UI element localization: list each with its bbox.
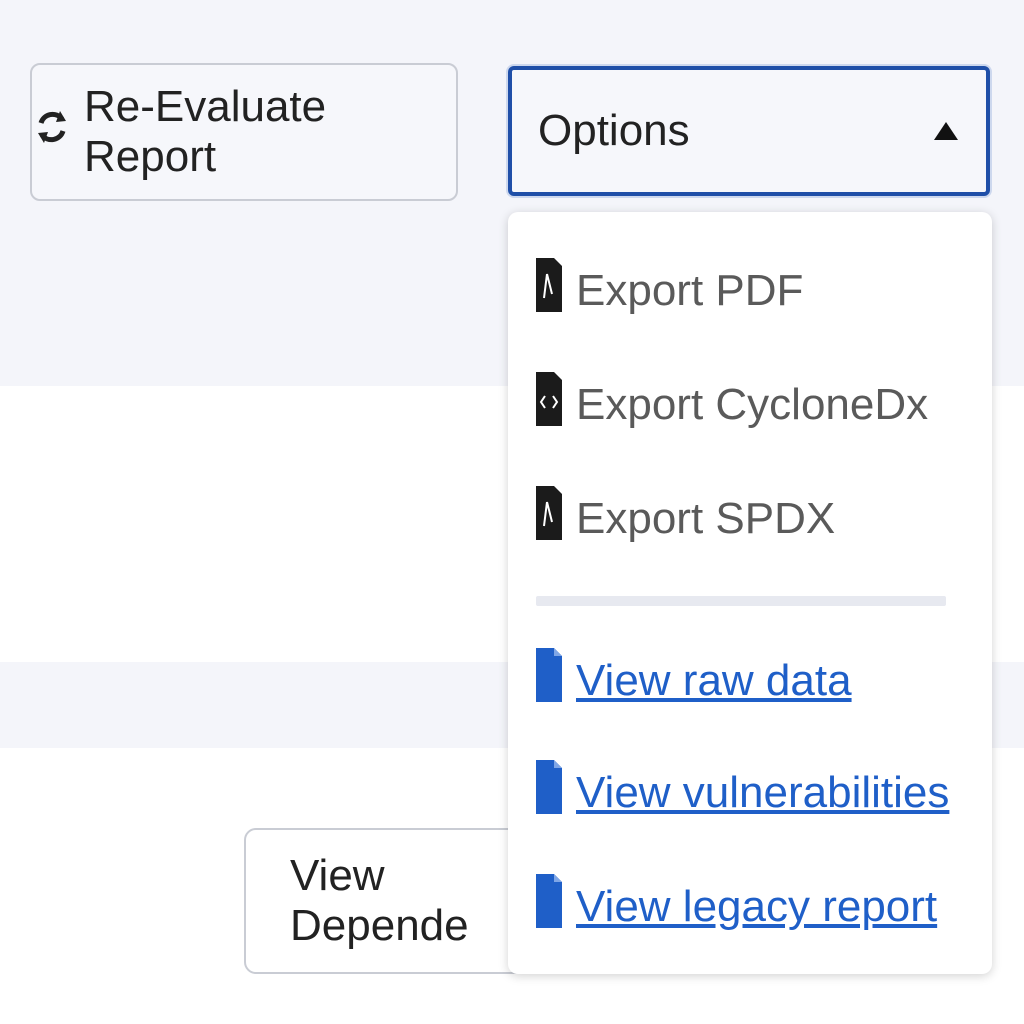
menu-item-export-spdx[interactable]: Export SPDX bbox=[536, 486, 835, 551]
caret-up-icon bbox=[934, 122, 958, 140]
pdf-file-icon bbox=[536, 486, 562, 551]
menu-item-label: Export SPDX bbox=[576, 493, 836, 543]
code-file-icon bbox=[536, 372, 562, 437]
options-dropdown[interactable]: Options bbox=[508, 66, 990, 196]
options-menu: Export PDF Export CycloneDx Export SPDX … bbox=[508, 212, 992, 974]
menu-item-label: Export CycloneDx bbox=[576, 379, 929, 429]
menu-item-view-raw-data[interactable]: View raw data bbox=[536, 648, 852, 713]
menu-item-export-cyclonedx[interactable]: Export CycloneDx bbox=[536, 372, 928, 437]
pdf-file-icon bbox=[536, 258, 562, 323]
reevaluate-report-label: Re-Evaluate Report bbox=[84, 82, 327, 181]
menu-item-label: Export PDF bbox=[576, 265, 804, 315]
refresh-icon bbox=[32, 107, 72, 158]
file-icon bbox=[536, 874, 562, 939]
options-dropdown-value: Options bbox=[538, 106, 690, 155]
file-icon bbox=[536, 648, 562, 713]
reevaluate-report-button[interactable]: Re-Evaluate Report bbox=[30, 63, 458, 201]
view-legacy-report-link[interactable]: View legacy report bbox=[576, 882, 937, 932]
menu-divider bbox=[536, 596, 946, 606]
file-icon bbox=[536, 760, 562, 825]
view-raw-data-link[interactable]: View raw data bbox=[576, 656, 852, 706]
menu-item-export-pdf[interactable]: Export PDF bbox=[536, 258, 803, 323]
menu-item-view-vulnerabilities[interactable]: View vulnerabilities bbox=[536, 760, 949, 825]
menu-item-view-legacy-report[interactable]: View legacy report bbox=[536, 874, 937, 939]
view-vulnerabilities-link[interactable]: View vulnerabilities bbox=[576, 768, 949, 818]
